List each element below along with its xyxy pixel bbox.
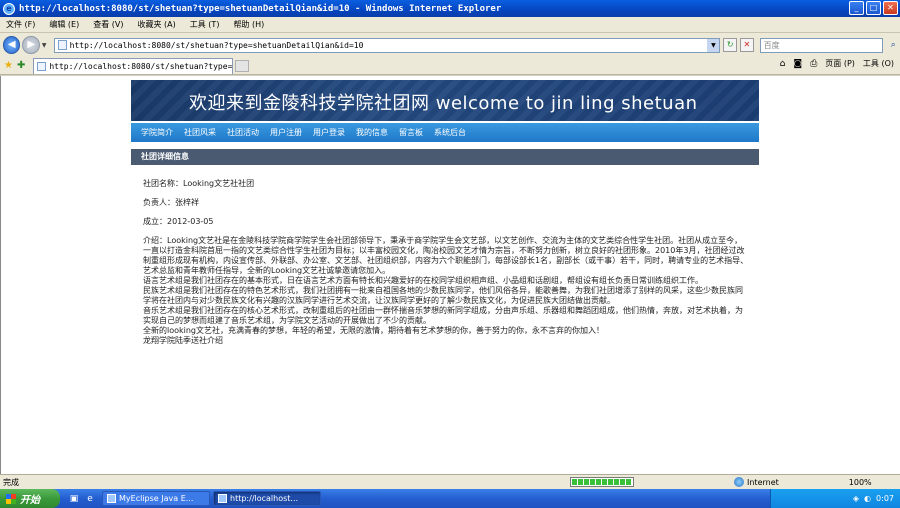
close-button[interactable]: ✕ <box>883 1 898 15</box>
intro-paragraph: 介绍：Looking文艺社是在金陵科技学院商学院学生会社团部领导下，秉承于商学院… <box>143 236 749 275</box>
intro-paragraph: 音乐艺术组是我们社团存在的核心艺术形式，改制重组后的社团由一群怀揣音乐梦想的新同… <box>143 306 743 325</box>
tray-volume-icon[interactable]: ◐ <box>864 494 871 503</box>
taskbar: 开始 ▣ e MyEclipse Java E... http://localh… <box>0 489 900 508</box>
menu-bar: 文件 (F) 编辑 (E) 查看 (V) 收藏夹 (A) 工具 (T) 帮助 (… <box>0 17 900 33</box>
site-banner: 欢迎来到金陵科技学院社团网 welcome to jin ling shetua… <box>131 80 759 121</box>
intro-paragraph: 民族艺术组是我们社团存在的特色艺术形式，我们社团拥有一批来自祖国各地的少数民族同… <box>143 286 743 305</box>
zone-label: Internet <box>747 477 779 487</box>
system-tray: ◈ ◐ 0:07 <box>770 489 900 508</box>
page-icon <box>57 40 67 50</box>
address-toolbar: ◀ ▶ ▼ http://localhost:8080/st/shetuan?t… <box>0 33 900 57</box>
section-title: 社团详细信息 <box>131 149 759 165</box>
address-bar[interactable]: http://localhost:8080/st/shetuan?type=sh… <box>53 37 721 53</box>
nav-register[interactable]: 用户注册 <box>270 127 302 138</box>
ie-quicklaunch-icon[interactable]: e <box>84 493 96 505</box>
home-icon[interactable]: ⌂ <box>780 59 786 69</box>
club-founded: 成立：2012-03-05 <box>143 217 214 226</box>
command-bar: ⌂ ◙ ⎙ 页面 (P) 工具 (O) <box>780 58 894 69</box>
nav-college-intro[interactable]: 学院简介 <box>141 127 173 138</box>
new-tab-button[interactable] <box>235 59 250 72</box>
back-button[interactable]: ◀ <box>3 36 21 54</box>
page-viewport[interactable]: 欢迎来到金陵科技学院社团网 welcome to jin ling shetua… <box>0 76 900 474</box>
add-favorite-icon[interactable]: ✚ <box>17 60 25 71</box>
banner-text: 欢迎来到金陵科技学院社团网 welcome to jin ling shetua… <box>189 93 698 114</box>
tab-bar: ★ ✚ http://localhost:8080/st/shetuan?typ… <box>0 57 900 75</box>
feeds-icon[interactable]: ◙ <box>793 59 802 69</box>
club-leader: 负责人：张梓祥 <box>143 198 199 207</box>
club-intro: 介绍：Looking文艺社是在金陵科技学院商学院学生会社团部领导下，秉承于商学院… <box>143 236 749 346</box>
show-desktop-icon[interactable]: ▣ <box>68 493 80 505</box>
nav-club-showcase[interactable]: 社团风采 <box>184 127 216 138</box>
club-name: 社团名称：Looking文艺社社团 <box>143 179 255 188</box>
refresh-button[interactable]: ↻ <box>723 38 738 52</box>
ie-icon: e <box>3 2 15 15</box>
start-label: 开始 <box>20 495 40 506</box>
taskbar-ie-label: http://localhost... <box>230 494 299 503</box>
maximize-button[interactable]: □ <box>866 1 881 15</box>
tray-network-icon[interactable]: ◈ <box>853 494 859 503</box>
site-nav: 学院简介 社团风采 社团活动 用户注册 用户登录 我的信息 留言板 系统后台 <box>131 123 759 142</box>
tab-current[interactable]: http://localhost:8080/st/shetuan?type=sh… <box>33 57 234 74</box>
history-dropdown-icon[interactable]: ▼ <box>42 42 50 49</box>
nav-login[interactable]: 用户登录 <box>313 127 345 138</box>
favorites-star-icon[interactable]: ★ <box>4 60 13 71</box>
security-zone[interactable]: Internet <box>734 477 779 487</box>
club-detail: 社团名称：Looking文艺社社团 负责人：张梓祥 成立：2012-03-05 … <box>131 165 759 346</box>
intro-paragraph: 龙翔学院陆季送社介绍 <box>143 336 223 345</box>
intro-paragraph: 全新的looking文艺社，充满青春的梦想，年轻的希望，无限的激情，期待着有艺术… <box>143 326 605 335</box>
zoom-level[interactable]: 100% <box>849 478 872 487</box>
menu-favorites[interactable]: 收藏夹 (A) <box>138 19 176 30</box>
start-button[interactable]: 开始 <box>0 489 60 508</box>
ie-task-icon <box>218 494 227 503</box>
minimize-button[interactable]: _ <box>849 1 864 15</box>
globe-icon <box>734 477 744 487</box>
window-title-bar[interactable]: e http://localhost:8080/st/shetuan?type=… <box>0 0 900 17</box>
menu-file[interactable]: 文件 (F) <box>6 19 35 30</box>
menu-tools[interactable]: 工具 (T) <box>190 19 220 30</box>
window-title: http://localhost:8080/st/shetuan?type=sh… <box>19 3 502 14</box>
nav-my-info[interactable]: 我的信息 <box>356 127 388 138</box>
tools-menu[interactable]: 工具 (O) <box>863 58 894 69</box>
tab-label: http://localhost:8080/st/shetuan?type=sh… <box>49 61 233 71</box>
address-dropdown-icon[interactable]: ▼ <box>707 38 720 52</box>
taskbar-ie[interactable]: http://localhost... <box>213 491 321 506</box>
search-input[interactable]: 百度 <box>759 37 884 53</box>
quick-launch: ▣ e <box>68 493 96 505</box>
myeclipse-icon <box>107 494 116 503</box>
windows-flag-icon <box>6 493 16 504</box>
forward-button[interactable]: ▶ <box>22 36 40 54</box>
status-text: 完成 <box>3 477 19 487</box>
stop-button[interactable]: ✕ <box>740 38 754 52</box>
taskbar-myeclipse-label: MyEclipse Java E... <box>119 494 194 503</box>
nav-admin[interactable]: 系统后台 <box>434 127 466 138</box>
menu-help[interactable]: 帮助 (H) <box>233 19 264 30</box>
web-page: 欢迎来到金陵科技学院社团网 welcome to jin ling shetua… <box>131 80 759 346</box>
tab-page-icon <box>37 61 47 71</box>
clock[interactable]: 0:07 <box>876 494 894 503</box>
progress-bar <box>570 477 634 487</box>
intro-paragraph: 语言艺术组是我们社团存在的基本形式，日在语言艺术方面有特长和兴趣爱好的在校同学组… <box>143 276 703 285</box>
search-icon[interactable]: ⌕ <box>886 38 900 52</box>
page-menu[interactable]: 页面 (P) <box>825 58 855 69</box>
menu-edit[interactable]: 编辑 (E) <box>49 19 79 30</box>
nav-club-activities[interactable]: 社团活动 <box>227 127 259 138</box>
nav-message-board[interactable]: 留言板 <box>399 127 423 138</box>
menu-view[interactable]: 查看 (V) <box>93 19 123 30</box>
address-url[interactable]: http://localhost:8080/st/shetuan?type=sh… <box>70 41 364 50</box>
print-icon[interactable]: ⎙ <box>810 59 817 69</box>
status-bar: 完成 Internet 100% <box>0 474 900 489</box>
taskbar-myeclipse[interactable]: MyEclipse Java E... <box>102 491 210 506</box>
